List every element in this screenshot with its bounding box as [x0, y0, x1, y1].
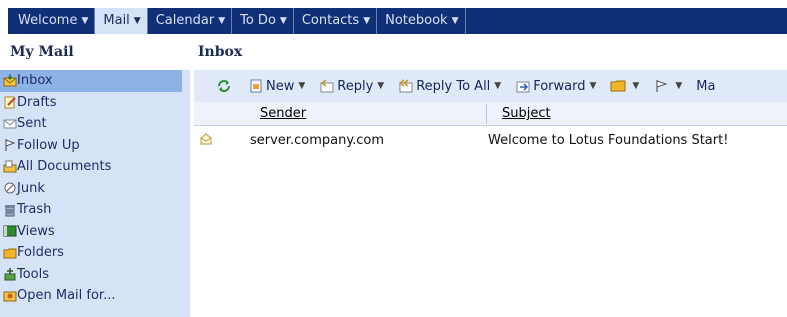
tab-label: Notebook [385, 13, 448, 28]
table-row[interactable]: server.company.com Welcome to Lotus Foun… [194, 130, 787, 152]
chevron-down-icon[interactable]: ▼ [452, 8, 459, 34]
sidebar-item-junk[interactable]: Junk [0, 178, 190, 200]
tab-label: Welcome [18, 13, 78, 28]
sidebar-item-label: Tools [17, 266, 50, 282]
section-header-row: My Mail Inbox [0, 34, 787, 70]
chevron-down-icon[interactable]: ▼ [363, 8, 370, 34]
column-header-sender[interactable]: Sender [260, 106, 306, 121]
reply-to-all-label: Reply To All [416, 78, 491, 94]
chevron-down-icon[interactable]: ▼ [280, 8, 287, 34]
views-icon [2, 224, 17, 239]
reply-all-icon [398, 78, 414, 94]
sidebar-item-follow-up[interactable]: Follow Up [0, 135, 190, 157]
sidebar-item-open-mail-for[interactable]: Open Mail for... [0, 285, 190, 307]
all-documents-icon [2, 159, 17, 174]
drafts-icon [2, 95, 17, 110]
reply-to-all-button[interactable]: Reply To All ▼ [398, 78, 501, 94]
new-button[interactable]: New ▼ [248, 78, 305, 94]
row-subject: Welcome to Lotus Foundations Start! [488, 133, 729, 148]
refresh-button[interactable] [216, 78, 234, 94]
tab-strip: Welcome ▼ Mail ▼ Calendar ▼ To Do ▼ Cont… [8, 8, 787, 34]
tab-label: Calendar [155, 13, 215, 28]
sidebar-item-label: Folders [17, 245, 64, 261]
tab-calendar[interactable]: Calendar ▼ [148, 8, 233, 34]
tab-label: Mail [103, 13, 130, 28]
sidebar-item-label: Drafts [17, 94, 57, 110]
follow-up-button[interactable]: ▼ [653, 78, 682, 94]
read-mail-icon [200, 133, 212, 149]
top-tab-bar: Welcome ▼ Mail ▼ Calendar ▼ To Do ▼ Cont… [0, 0, 787, 34]
more-toolbar-button[interactable]: Ma [696, 79, 715, 94]
new-label: New [266, 78, 295, 94]
chevron-down-icon[interactable]: ▼ [494, 81, 501, 91]
page-title: Inbox [198, 44, 243, 60]
sidebar-item-sent[interactable]: Sent [0, 113, 190, 135]
more-label: Ma [696, 78, 716, 94]
junk-icon [2, 181, 17, 196]
chevron-down-icon[interactable]: ▼ [218, 8, 225, 34]
sidebar-item-label: Inbox [17, 73, 53, 89]
chevron-down-icon[interactable]: ▼ [298, 81, 305, 91]
sidebar-item-label: Follow Up [17, 137, 80, 153]
tab-notebook[interactable]: Notebook ▼ [377, 8, 466, 34]
sidebar-item-label: Open Mail for... [17, 288, 116, 304]
sidebar-item-label: Junk [17, 180, 45, 196]
inbox-view: New ▼ Reply ▼ Reply To All ▼ Forward ▼ ▼… [194, 70, 787, 317]
forward-label: Forward [533, 78, 586, 94]
reply-icon [319, 78, 335, 94]
sidebar-item-label: Views [17, 223, 55, 239]
row-sender: server.company.com [250, 133, 385, 148]
chevron-down-icon[interactable]: ▼ [134, 8, 141, 34]
sidebar-item-drafts[interactable]: Drafts [0, 92, 190, 114]
reply-button[interactable]: Reply ▼ [319, 78, 384, 94]
follow-up-flag-icon [2, 138, 17, 153]
folder-button[interactable]: ▼ [610, 78, 639, 94]
forward-icon [515, 78, 531, 94]
tab-to-do[interactable]: To Do ▼ [232, 8, 294, 34]
reply-label: Reply [337, 78, 374, 94]
column-header-row: Sender Subject [194, 102, 787, 126]
tab-mail[interactable]: Mail ▼ [95, 8, 148, 34]
sidebar-item-label: Trash [17, 202, 52, 218]
tab-welcome[interactable]: Welcome ▼ [8, 8, 96, 34]
mail-sidebar: Inbox Drafts Sent Follow Up All Document… [0, 70, 190, 317]
sidebar-item-folders[interactable]: Folders [0, 242, 190, 264]
folder-icon [610, 78, 626, 94]
mail-toolbar: New ▼ Reply ▼ Reply To All ▼ Forward ▼ ▼… [194, 70, 787, 102]
tab-label: To Do [240, 13, 276, 28]
chevron-down-icon[interactable]: ▼ [632, 81, 639, 91]
follow-up-flag-icon [653, 78, 669, 94]
sidebar-item-inbox[interactable]: Inbox [0, 70, 182, 92]
chevron-down-icon[interactable]: ▼ [377, 81, 384, 91]
tab-label: Contacts [301, 13, 360, 28]
sidebar-title: My Mail [10, 44, 74, 60]
tools-icon [2, 267, 17, 282]
sent-icon [2, 116, 17, 131]
folders-icon [2, 245, 17, 260]
forward-button[interactable]: Forward ▼ [515, 78, 596, 94]
chevron-down-icon[interactable]: ▼ [675, 81, 682, 91]
refresh-icon [216, 78, 232, 94]
chevron-down-icon[interactable]: ▼ [81, 8, 88, 34]
tab-contacts[interactable]: Contacts ▼ [294, 8, 378, 34]
column-divider[interactable] [486, 104, 487, 124]
sidebar-item-tools[interactable]: Tools [0, 264, 190, 286]
trash-icon [2, 202, 17, 217]
sidebar-item-all-documents[interactable]: All Documents [0, 156, 190, 178]
column-header-subject[interactable]: Subject [502, 106, 551, 121]
chevron-down-icon[interactable]: ▼ [590, 81, 597, 91]
sidebar-item-trash[interactable]: Trash [0, 199, 190, 221]
sidebar-item-label: All Documents [17, 159, 112, 175]
sidebar-item-label: Sent [17, 116, 47, 132]
inbox-icon [2, 73, 17, 88]
sidebar-item-views[interactable]: Views [0, 221, 190, 243]
new-document-icon [248, 78, 264, 94]
open-mail-icon [2, 288, 17, 303]
